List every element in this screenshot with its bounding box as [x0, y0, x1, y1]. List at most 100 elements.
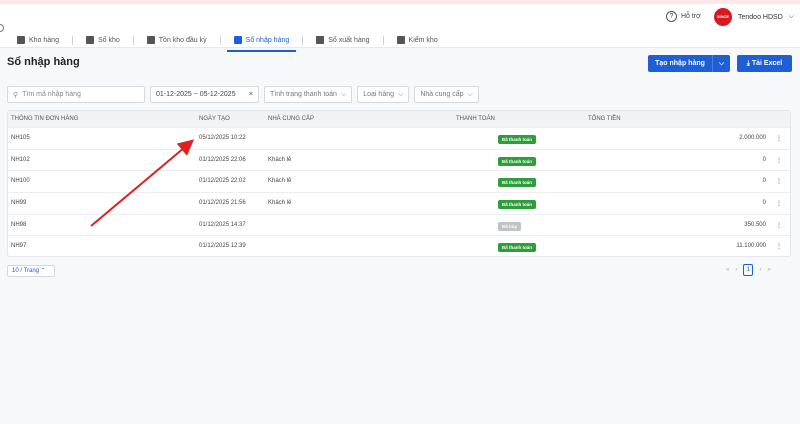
column-header: Thông tin đơn hàng	[11, 116, 79, 122]
more-menu-icon[interactable]: ⋮	[776, 178, 782, 185]
user-name: Tendoo HDSD	[738, 13, 783, 21]
created-date: 01/12/2025 14:37	[199, 221, 246, 228]
chevron-down-icon[interactable]: ⌵	[712, 55, 730, 72]
created-date: 01/12/2025 22:06	[199, 156, 246, 163]
column-header: Nhà cung cấp	[268, 116, 315, 122]
total-amount: 2.000.000	[739, 135, 766, 141]
page-size-select[interactable]: 10 / Trang ⌃	[7, 265, 55, 277]
total-amount: 0	[762, 178, 766, 185]
status-badge: Đã thanh toán	[498, 243, 536, 253]
create-import-button[interactable]: Tạo nhập hàng ⌵	[648, 55, 730, 72]
tab-label: Sổ kho	[97, 36, 120, 44]
table-row[interactable]: NH99 01/12/2025 21:56 Khách lẻ Đã thanh toá…	[8, 192, 790, 214]
clear-icon[interactable]: ×	[249, 91, 253, 98]
total-amount: 0	[762, 156, 766, 163]
total-amount: 11.100.000	[736, 243, 766, 250]
payment-status-select[interactable]: Tình trạng thanh toán ⌵	[264, 86, 353, 103]
status-badge: Đã hủy	[498, 221, 522, 231]
tab-label: Sổ xuất hàng	[328, 36, 370, 44]
import-icon	[233, 36, 242, 44]
more-menu-icon[interactable]: ⋮	[776, 243, 782, 250]
tab-label: Sổ nhập hàng	[245, 36, 290, 44]
question-icon: ?	[666, 11, 677, 22]
create-import-label: Tạo nhập hàng	[655, 60, 705, 67]
created-date: 01/12/2025 21:56	[199, 200, 246, 207]
chevron-down-icon: ⌵	[788, 13, 795, 20]
warehouse-icon	[17, 36, 25, 44]
column-header: Tổng tiền	[588, 116, 621, 122]
total-amount: 0	[762, 200, 766, 207]
order-id: NH98	[11, 221, 27, 228]
column-header: Thanh toán	[456, 116, 495, 122]
tab-bar: Kho hàng Sổ kho Tồn kho đầu kỳ Sổ nhập h…	[14, 30, 441, 52]
created-date: 01/12/2025 22:02	[199, 178, 246, 185]
help-link[interactable]: ? Hỗ trợ	[666, 11, 701, 22]
tab-so-xuat-hang[interactable]: Sổ xuất hàng	[313, 30, 372, 50]
check-icon	[396, 36, 405, 44]
filter-bar: ⚲ Tìm mã nhập hàng 01-12-2025 ~ 05-12-20…	[7, 86, 479, 103]
table-body: NH105 05/12/2025 10:22 Đã thanh toán 2.000.…	[8, 127, 790, 257]
pagination: « ‹ 1 › »	[726, 264, 771, 276]
tab-divider	[382, 35, 384, 45]
order-id: NH100	[11, 178, 30, 185]
user-menu[interactable]: SINCE 1991 Tendoo HDSD ⌵	[714, 8, 795, 37]
supplier-select[interactable]: Nhà cung cấp ⌵	[414, 86, 479, 103]
table-row[interactable]: NH105 05/12/2025 10:22 Đã thanh toán 2.000.…	[8, 127, 790, 149]
tab-so-kho[interactable]: Sổ kho	[83, 30, 123, 50]
import-table: Thông tin đơn hàng Ngày tạo Nhà cung cấp…	[7, 110, 791, 257]
date-range-value: 01-12-2025 ~ 05-12-2025	[156, 91, 236, 98]
chevron-down-icon: ⌵	[340, 90, 347, 98]
search-icon: ⚲	[13, 91, 19, 99]
more-menu-icon[interactable]: ⋮	[776, 200, 782, 207]
app-header: ? Hỗ trợ SINCE 1991 Tendoo HDSD ⌵ Kho hà…	[0, 4, 800, 52]
tab-label: Kho hàng	[29, 36, 59, 44]
created-date: 01/12/2025 12:39	[199, 243, 246, 250]
more-menu-icon[interactable]: ⋮	[776, 135, 782, 142]
table-row[interactable]: NH97 01/12/2025 12:39 Đã thanh toán 11.100.…	[8, 235, 790, 257]
tab-kho-hang[interactable]: Kho hàng	[14, 30, 62, 50]
order-id: NH97	[11, 243, 27, 250]
tab-divider	[219, 35, 221, 45]
select-label: Tình trạng thanh toán	[270, 91, 337, 98]
chevron-down-icon: ⌵	[398, 90, 404, 98]
more-menu-icon[interactable]: ⋮	[776, 222, 782, 229]
status-badge: Đã thanh toán	[498, 135, 536, 144]
download-excel-button[interactable]: ⤓ Tải Excel	[737, 55, 792, 72]
more-menu-icon[interactable]: ⋮	[776, 157, 782, 164]
export-icon	[316, 36, 325, 44]
supplier-name: Khách lẻ	[268, 200, 292, 207]
supplier-name: Khách lẻ	[268, 156, 292, 163]
created-date: 05/12/2025 10:22	[199, 135, 246, 141]
column-header: Ngày tạo	[199, 116, 230, 122]
help-label: Hỗ trợ	[681, 13, 701, 20]
status-badge: Đã thanh toán	[498, 178, 536, 188]
table-row[interactable]: NH100 01/12/2025 22:02 Khách lẻ Đã thanh to…	[8, 170, 790, 192]
order-id: NH105	[11, 135, 30, 141]
stock-icon	[146, 36, 155, 44]
tab-ton-kho-dau-ky[interactable]: Tồn kho đầu kỳ	[144, 30, 210, 50]
last-page-icon[interactable]: »	[767, 267, 770, 273]
tab-kiem-kho[interactable]: Kiểm kho	[394, 30, 441, 50]
table-row[interactable]: NH98 01/12/2025 14:37 Đã hủy 350.500 ⋮	[8, 213, 790, 236]
search-input[interactable]: ⚲ Tìm mã nhập hàng	[7, 86, 145, 103]
current-page[interactable]: 1	[743, 264, 754, 276]
book-icon	[85, 36, 94, 44]
tab-divider	[132, 35, 134, 45]
avatar: SINCE 1991	[714, 8, 732, 37]
tab-divider	[71, 35, 73, 45]
tab-label: Tồn kho đầu kỳ	[158, 36, 207, 44]
date-range-picker[interactable]: 01-12-2025 ~ 05-12-2025 ×	[150, 86, 259, 103]
supplier-name: Khách lẻ	[268, 178, 292, 185]
item-type-select[interactable]: Loại hàng ⌵	[357, 86, 410, 103]
first-page-icon[interactable]: «	[726, 267, 729, 273]
table-row[interactable]: NH102 01/12/2025 22:06 Khách lẻ Đã thanh to…	[8, 148, 790, 171]
next-page-icon[interactable]: ›	[759, 267, 761, 273]
collapse-icon[interactable]	[0, 24, 4, 32]
tab-so-nhap-hang[interactable]: Sổ nhập hàng	[226, 30, 296, 52]
prev-page-icon[interactable]: ‹	[735, 267, 737, 273]
total-amount: 350.500	[744, 221, 766, 228]
page-title: Sổ nhập hàng	[7, 56, 80, 68]
order-id: NH99	[11, 200, 27, 207]
table-header: Thông tin đơn hàng Ngày tạo Nhà cung cấp…	[8, 111, 790, 127]
chevron-down-icon: ⌵	[467, 90, 473, 98]
